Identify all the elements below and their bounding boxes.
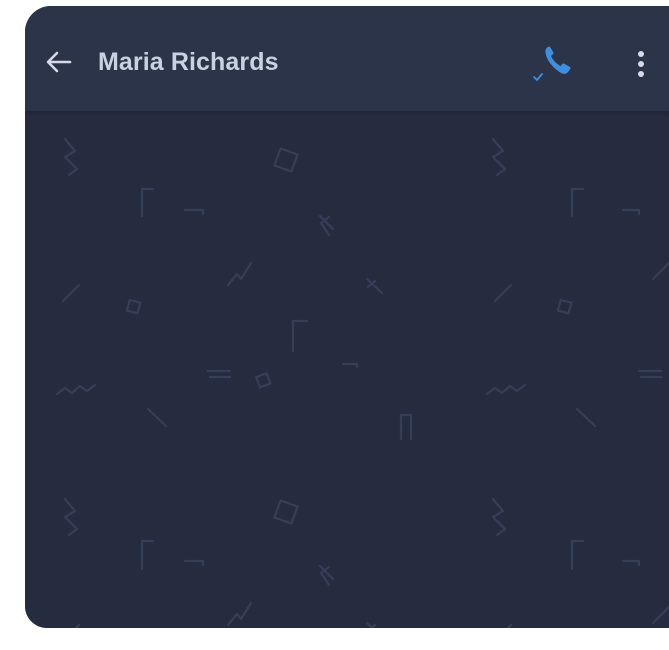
more-vertical-icon: [638, 51, 644, 77]
arrow-left-icon: [46, 51, 72, 73]
back-button[interactable]: [43, 46, 75, 78]
doodle-pattern: [55, 137, 669, 628]
phone-icon: [533, 46, 571, 81]
chat-window: Maria Richards: [25, 6, 669, 628]
chat-background: [25, 111, 669, 628]
chat-header: Maria Richards: [25, 6, 669, 111]
contact-name: Maria Richards: [98, 48, 279, 76]
more-options-button[interactable]: [631, 46, 651, 82]
call-button[interactable]: [530, 40, 580, 86]
